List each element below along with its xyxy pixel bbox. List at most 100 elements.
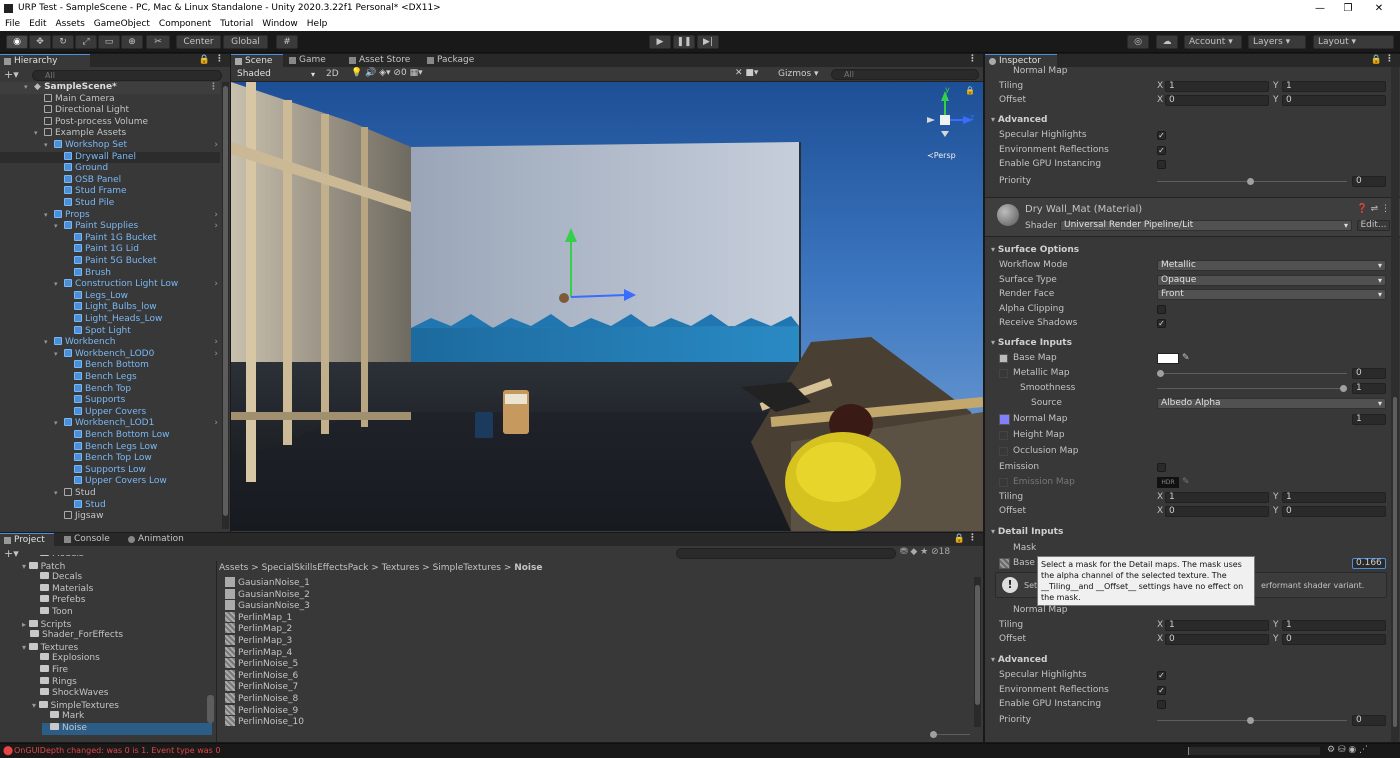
asset-item[interactable]: GausianNoise_1	[225, 577, 310, 589]
hierarchy-item[interactable]: Paint 5G Bucket	[0, 256, 220, 268]
priority-slider[interactable]	[1157, 717, 1347, 724]
hierarchy-item[interactable]: Bench Bottom Low	[0, 430, 220, 442]
expand-arrow-icon[interactable]: ▾	[24, 82, 28, 94]
collab-icon[interactable]: ◎	[1127, 35, 1149, 49]
metallic-slider[interactable]	[1157, 370, 1347, 377]
prefab-open-arrow-icon[interactable]: ›	[214, 349, 218, 361]
surface-type-dropdown[interactable]: Opaque	[1157, 275, 1386, 286]
asset-item[interactable]: PerlinMap_2	[225, 623, 292, 635]
top-priority-slider[interactable]	[1157, 178, 1347, 185]
menu-help[interactable]: Help	[302, 17, 332, 31]
asset-item[interactable]: PerlinNoise_9	[225, 704, 298, 717]
layout-dropdown[interactable]: Layout ▾	[1313, 35, 1394, 49]
hierarchy-item[interactable]: Bench Bottom	[0, 360, 220, 372]
asset-item[interactable]: PerlinMap_1	[225, 611, 292, 624]
detail-inputs-header[interactable]: Detail Inputs	[991, 527, 1064, 537]
shader-dropdown[interactable]: Universal Render Pipeline/Lit	[1060, 220, 1352, 231]
metallic-map-slot[interactable]	[999, 369, 1008, 378]
normal-map-slot[interactable]	[999, 414, 1010, 425]
surface-inputs-header[interactable]: Surface Inputs	[991, 338, 1072, 348]
gizmos-dropdown[interactable]: Gizmos ▾	[778, 69, 819, 79]
tab-asset-store[interactable]: Asset Store	[345, 54, 417, 67]
more-menu-icon[interactable]: ⋮	[215, 54, 224, 64]
detail-tiling-x-field[interactable]: 1	[1165, 620, 1269, 631]
projection-label[interactable]: ≺Persp	[927, 151, 956, 160]
priority-field[interactable]: 0	[1352, 715, 1386, 726]
pause-button[interactable]: ❚❚	[673, 35, 695, 49]
detail-offset-x-field[interactable]: 0	[1165, 634, 1269, 645]
hierarchy-item[interactable]: OSB Panel	[0, 174, 220, 187]
prefab-open-arrow-icon[interactable]: ›	[214, 221, 218, 233]
status-icons[interactable]: ⚙ ⛁ ◉ ⋰	[1327, 745, 1368, 755]
move-tool-icon[interactable]: ✥	[29, 35, 51, 49]
slider-knob[interactable]	[1157, 370, 1164, 377]
pivot-center-button[interactable]: Center	[176, 35, 221, 49]
height-map-slot[interactable]	[999, 431, 1008, 440]
asset-item[interactable]: PerlinMap_4	[225, 646, 292, 659]
scene-viewport[interactable]: y z ≺Persp 🔒	[231, 82, 983, 531]
hierarchy-item[interactable]: Supports Low	[0, 464, 220, 477]
smoothness-field[interactable]: 1	[1352, 383, 1386, 394]
tab-hierarchy[interactable]: Hierarchy	[0, 54, 90, 67]
project-search-input[interactable]	[676, 548, 896, 559]
normal-scale-field[interactable]: 1	[1352, 414, 1386, 425]
hierarchy-search-input[interactable]: All	[32, 70, 222, 81]
prefab-open-arrow-icon[interactable]: ›	[214, 210, 218, 222]
cloud-icon[interactable]: ☁	[1156, 35, 1178, 49]
asset-item[interactable]: GausianNoise_2	[225, 588, 310, 601]
asset-item[interactable]: PerlinNoise_8	[225, 693, 298, 705]
tab-project[interactable]: Project	[0, 533, 54, 546]
hierarchy-item[interactable]: ▾ Example Assets	[0, 128, 220, 140]
prefab-open-arrow-icon[interactable]: ›	[214, 337, 218, 349]
hierarchy-item[interactable]: Upper Covers Low	[0, 476, 220, 488]
breadcrumb-item[interactable]: Assets	[219, 563, 248, 573]
create-plus-icon[interactable]: +▾	[4, 68, 19, 81]
expand-arrow-icon[interactable]: ▾	[54, 279, 58, 291]
expand-arrow-icon[interactable]: ▾	[44, 210, 48, 222]
hierarchy-scrollbar[interactable]	[222, 82, 229, 529]
close-button[interactable]: ✕	[1364, 0, 1394, 17]
mode-2d-toggle[interactable]: 2D	[326, 69, 339, 79]
play-button[interactable]: ▶	[649, 35, 671, 49]
hierarchy-item[interactable]: ▾ Workbench ›	[0, 337, 220, 349]
offset-x-field[interactable]: 0	[1165, 506, 1269, 517]
material-help-icon[interactable]: ❓ ⇌ ⋮	[1357, 204, 1390, 214]
status-message[interactable]: OnGUIDepth changed: was 0 is 1. Event ty…	[14, 746, 220, 755]
hierarchy-item[interactable]: Stud	[0, 499, 220, 512]
asset-item[interactable]: GausianNoise_3	[225, 600, 310, 612]
top-advanced-header[interactable]: Advanced	[991, 115, 1048, 125]
prefab-open-arrow-icon[interactable]: ›	[214, 418, 218, 430]
detail-tiling-y-field[interactable]: 1	[1282, 620, 1386, 631]
icon-size-slider[interactable]	[930, 731, 970, 738]
emission-hdr-swatch[interactable]: HDR	[1157, 477, 1179, 488]
tab-game[interactable]: Game	[285, 54, 333, 67]
top-spec-checkbox[interactable]: ✓	[1157, 131, 1166, 140]
scene-lighting-icon[interactable]: 💡 🔊 ◈▾ ⊘0 ▦▾	[351, 68, 423, 78]
hierarchy-item[interactable]: Post-process Volume	[0, 116, 220, 129]
detail-base-slot[interactable]	[999, 558, 1010, 569]
files-scrollbar[interactable]	[974, 577, 981, 727]
transform-tool-icon[interactable]: ⊕	[121, 35, 143, 49]
grid-snap-icon[interactable]: #	[276, 35, 298, 49]
hierarchy-item[interactable]: Drywall Panel	[0, 151, 220, 164]
prefab-open-arrow-icon[interactable]: ›	[214, 279, 218, 291]
hierarchy-item[interactable]: Directional Light	[0, 105, 220, 117]
metallic-field[interactable]: 0	[1352, 368, 1386, 379]
prefab-open-arrow-icon[interactable]: ›	[214, 140, 218, 152]
layers-dropdown[interactable]: Layers ▾	[1248, 35, 1306, 49]
hierarchy-item[interactable]: ▾ Workbench_LOD1 ›	[0, 418, 220, 430]
menu-edit[interactable]: Edit	[24, 17, 50, 31]
tab-animation[interactable]: Animation	[124, 533, 190, 546]
eyedropper-icon[interactable]: ✎	[1182, 352, 1190, 365]
scene-more-menu-icon[interactable]: ⋮	[968, 54, 977, 64]
project-more-icon[interactable]: ⋮	[968, 533, 977, 543]
hierarchy-item[interactable]: Upper Covers	[0, 406, 220, 419]
hierarchy-item[interactable]: Main Camera	[0, 93, 220, 106]
menu-component[interactable]: Component	[154, 17, 215, 31]
hierarchy-item[interactable]: Bench Legs Low	[0, 441, 220, 454]
offset-y-field[interactable]: 0	[1282, 506, 1386, 517]
asset-item[interactable]: PerlinNoise_10	[225, 716, 304, 728]
hierarchy-item[interactable]: Ground	[0, 163, 220, 175]
lock-icon[interactable]: 🔒	[199, 55, 210, 65]
restore-button[interactable]: ❐	[1333, 0, 1363, 17]
